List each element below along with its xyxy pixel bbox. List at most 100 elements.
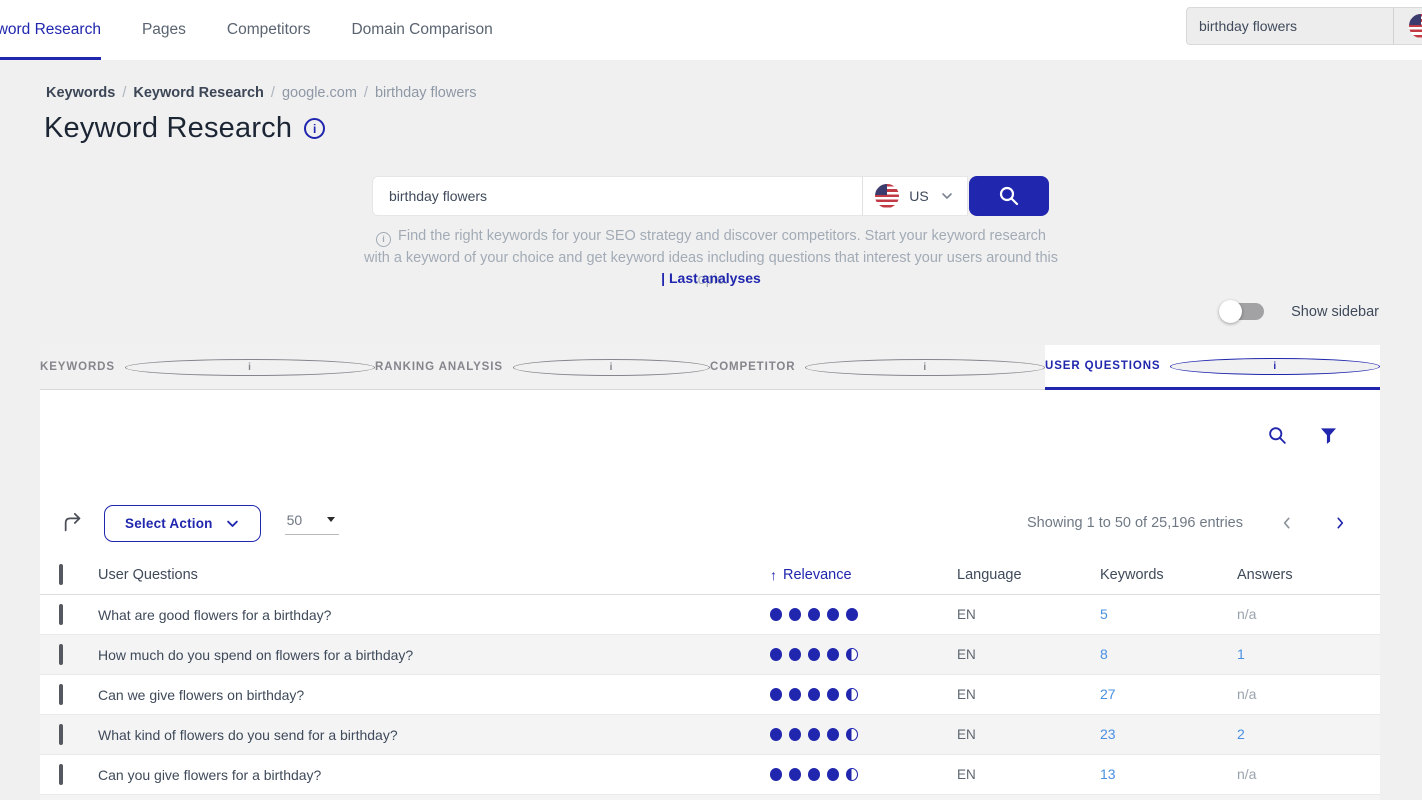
keywords-count-link[interactable]: 27 <box>1100 686 1116 702</box>
user-question-text: What kind of flowers do you send for a b… <box>98 727 770 743</box>
user-question-text: How much do you spend on flowers for a b… <box>98 647 770 663</box>
page-size-value: 50 <box>287 512 303 528</box>
row-checkbox[interactable] <box>59 604 63 625</box>
table-tools <box>1267 425 1338 446</box>
relevance-dot <box>846 608 858 621</box>
relevance-dot <box>827 608 839 621</box>
answers-value[interactable]: 2 <box>1237 726 1245 742</box>
topbar-search-input[interactable] <box>1187 8 1393 44</box>
column-header-answers[interactable]: Answers <box>1237 567 1380 583</box>
tab-ranking-analysis[interactable]: RANKING ANALYSIS <box>375 345 710 390</box>
country-code-label: US <box>909 188 928 204</box>
keywords-count-link[interactable]: 23 <box>1100 726 1116 742</box>
row-checkbox[interactable] <box>59 684 63 705</box>
table-search-icon[interactable] <box>1267 425 1288 446</box>
relevance-dot <box>808 768 820 781</box>
relevance-dot <box>789 608 801 621</box>
show-sidebar-label: Show sidebar <box>1291 304 1379 320</box>
relevance-dot <box>808 608 820 621</box>
page-size-select[interactable]: 50 <box>285 512 339 535</box>
tab-keywords[interactable]: KEYWORDS <box>40 345 375 390</box>
row-checkbox[interactable] <box>59 724 63 745</box>
nav-item-pages[interactable]: Pages <box>142 0 186 60</box>
breadcrumb: Keywords / Keyword Research / google.com… <box>46 85 476 101</box>
search-icon <box>997 184 1021 208</box>
row-checkbox[interactable] <box>59 764 63 785</box>
tab-label: RANKING ANALYSIS <box>375 361 503 373</box>
previous-page-icon[interactable] <box>1280 515 1294 531</box>
caret-down-icon <box>327 517 335 522</box>
breadcrumb-keyword-research[interactable]: Keyword Research <box>133 85 264 101</box>
keywords-count-link[interactable]: 13 <box>1100 766 1116 782</box>
select-all-checkbox[interactable] <box>59 564 63 585</box>
language-value: EN <box>957 687 1100 702</box>
tab-info-icon[interactable] <box>513 359 710 376</box>
breadcrumb-keyword: birthday flowers <box>375 85 477 101</box>
tab-info-icon[interactable] <box>1170 358 1380 375</box>
relevance-dot <box>770 728 782 741</box>
column-header-language[interactable]: Language <box>957 567 1100 583</box>
country-selector[interactable]: US <box>862 176 968 216</box>
answers-value[interactable]: 1 <box>1237 646 1245 662</box>
nav-item-domain-comparison[interactable]: Domain Comparison <box>351 0 492 60</box>
keywords-count-link[interactable]: 8 <box>1100 646 1108 662</box>
row-checkbox[interactable] <box>59 644 63 665</box>
select-action-button[interactable]: Select Action <box>104 505 261 542</box>
relevance-dot <box>770 608 782 621</box>
page: Keyword Research Pages Competitors Domai… <box>0 0 1422 800</box>
relevance-dot <box>827 648 839 661</box>
language-value: EN <box>957 607 1100 622</box>
breadcrumb-separator: / <box>271 85 275 101</box>
search-button[interactable] <box>969 176 1049 216</box>
nav-item-keyword-research[interactable]: Keyword Research <box>0 0 101 60</box>
relevance-indicator <box>770 768 957 781</box>
us-flag-icon[interactable] <box>1409 14 1422 38</box>
answers-value: n/a <box>1237 686 1256 702</box>
table-row: Can we give flowers on birthday? EN 27 n… <box>40 675 1380 715</box>
relevance-dot <box>846 768 858 781</box>
topbar-search-box <box>1186 7 1422 45</box>
tab-user-questions[interactable]: USER QUESTIONS <box>1045 345 1380 390</box>
relevance-indicator <box>770 728 957 741</box>
relevance-indicator <box>770 608 957 621</box>
relevance-dot <box>789 728 801 741</box>
tab-label: USER QUESTIONS <box>1045 360 1160 372</box>
showing-entries-text: Showing 1 to 50 of 25,196 entries <box>1027 515 1243 531</box>
column-header-user-questions[interactable]: User Questions <box>98 567 770 583</box>
relevance-dot <box>846 728 858 741</box>
top-navigation-bar: Keyword Research Pages Competitors Domai… <box>0 0 1422 60</box>
tab-info-icon[interactable] <box>805 359 1045 376</box>
column-header-label: Relevance <box>783 567 852 583</box>
user-question-text: What are good flowers for a birthday? <box>98 607 770 623</box>
language-value: EN <box>957 767 1100 782</box>
tab-competitor[interactable]: COMPETITOR <box>710 345 1045 390</box>
language-value: EN <box>957 647 1100 662</box>
breadcrumb-keywords[interactable]: Keywords <box>46 85 115 101</box>
column-header-keywords[interactable]: Keywords <box>1100 567 1237 583</box>
export-icon[interactable] <box>62 512 84 534</box>
next-page-icon[interactable] <box>1333 515 1347 531</box>
action-row: Select Action 50 Showing 1 to 50 of 25,1… <box>62 504 1347 542</box>
column-header-relevance[interactable]: ↑Relevance <box>770 567 957 583</box>
filter-icon[interactable] <box>1319 426 1338 445</box>
breadcrumb-separator: / <box>122 85 126 101</box>
show-sidebar-toggle[interactable] <box>1222 303 1264 320</box>
relevance-dot <box>827 728 839 741</box>
breadcrumb-domain[interactable]: google.com <box>282 85 357 101</box>
table-row: Can you give flowers for a birthday? EN … <box>40 755 1380 795</box>
relevance-dot <box>846 688 858 701</box>
nav-item-competitors[interactable]: Competitors <box>227 0 311 60</box>
relevance-indicator <box>770 688 957 701</box>
answers-value: n/a <box>1237 606 1256 622</box>
keywords-count-link[interactable]: 5 <box>1100 606 1108 622</box>
divider <box>1393 8 1394 44</box>
relevance-dot <box>770 688 782 701</box>
tab-info-icon[interactable] <box>125 359 375 376</box>
relevance-dot <box>789 648 801 661</box>
relevance-dot <box>827 768 839 781</box>
table-body: What are good flowers for a birthday? EN… <box>40 595 1380 795</box>
title-info-icon[interactable] <box>304 118 325 139</box>
toggle-knob <box>1219 300 1242 323</box>
keyword-search-input[interactable] <box>372 176 862 216</box>
last-analyses-link[interactable]: | Last analyses <box>362 270 1060 286</box>
